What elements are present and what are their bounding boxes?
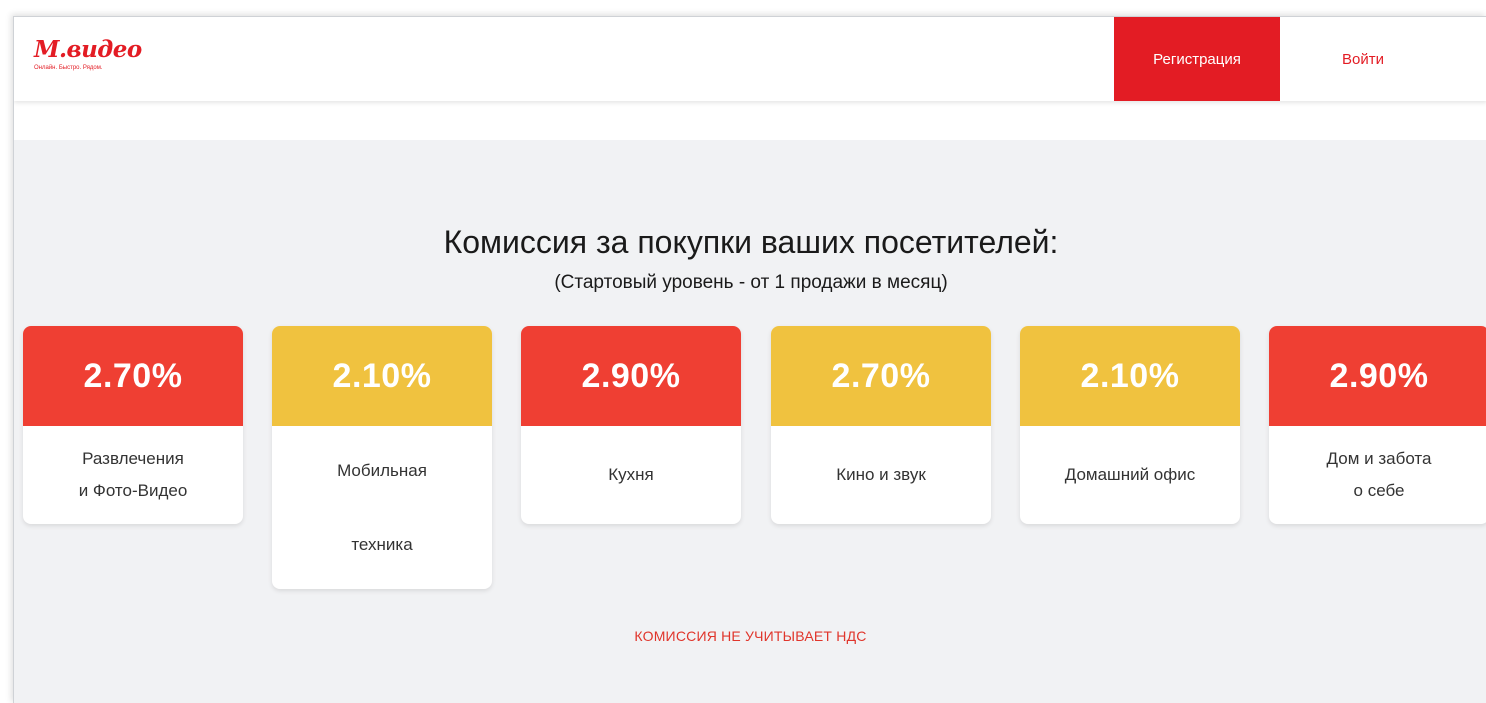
commission-card-tv-audio: 2.70% Кино и звук [771,326,991,524]
commission-card-home-office: 2.10% Домашний офис [1020,326,1240,524]
category-label: Развлечения и Фото-Видео [23,426,243,524]
category-label-line: Кино и звук [836,465,926,484]
commission-rate: 2.10% [272,326,492,426]
category-label: Дом и забота о себе [1269,426,1486,524]
category-label: Домашний офис [1020,426,1240,524]
commission-card-kitchen: 2.90% Кухня [521,326,741,524]
commission-rate: 2.70% [23,326,243,426]
commission-rate: 2.90% [1269,326,1486,426]
page-subtitle: (Стартовый уровень - от 1 продажи в меся… [554,272,948,293]
site-header: М.видео Онлайн. Быстро. Рядом. Регистрац… [14,17,1486,101]
category-label: Кино и звук [771,426,991,524]
browser-viewport: М.видео Онлайн. Быстро. Рядом. Регистрац… [13,16,1486,703]
commission-rate: 2.10% [1020,326,1240,426]
register-button[interactable]: Регистрация [1114,17,1280,101]
logo-tagline: Онлайн. Быстро. Рядом. [34,65,103,71]
commission-card-mobile: 2.10% Мобильная техника [272,326,492,589]
login-button[interactable]: Войти [1280,17,1446,101]
category-label-line: о себе [1353,481,1405,500]
header-spacer [14,101,1486,140]
category-label-line: и Фото-Видео [78,481,188,500]
page-title: Комиссия за покупки ваших посетителей: [443,224,1059,260]
category-label-line: Мобильная [337,460,427,480]
category-label-line: Дом и забота [1326,449,1432,468]
category-label: Мобильная техника [272,426,492,589]
commission-rate: 2.70% [771,326,991,426]
category-label-line: Домашний офис [1064,465,1196,484]
mvideo-logo[interactable]: М.видео Онлайн. Быстро. Рядом. [34,37,174,87]
category-label-line: техника [351,534,413,554]
screenshot-frame: М.видео Онлайн. Быстро. Рядом. Регистрац… [0,0,1486,703]
logo-wordmark: М.видео [34,36,142,63]
category-label: Кухня [521,426,741,524]
commission-card-home-care: 2.90% Дом и забота о себе [1269,326,1486,524]
commission-rate: 2.90% [521,326,741,426]
category-label-line: Развлечения [82,449,184,468]
commission-card-entertainment: 2.70% Развлечения и Фото-Видео [23,326,243,524]
category-label-line: Кухня [608,465,654,484]
vat-note: КОМИССИЯ НЕ УЧИТЫВАЕТ НДС [634,628,867,644]
